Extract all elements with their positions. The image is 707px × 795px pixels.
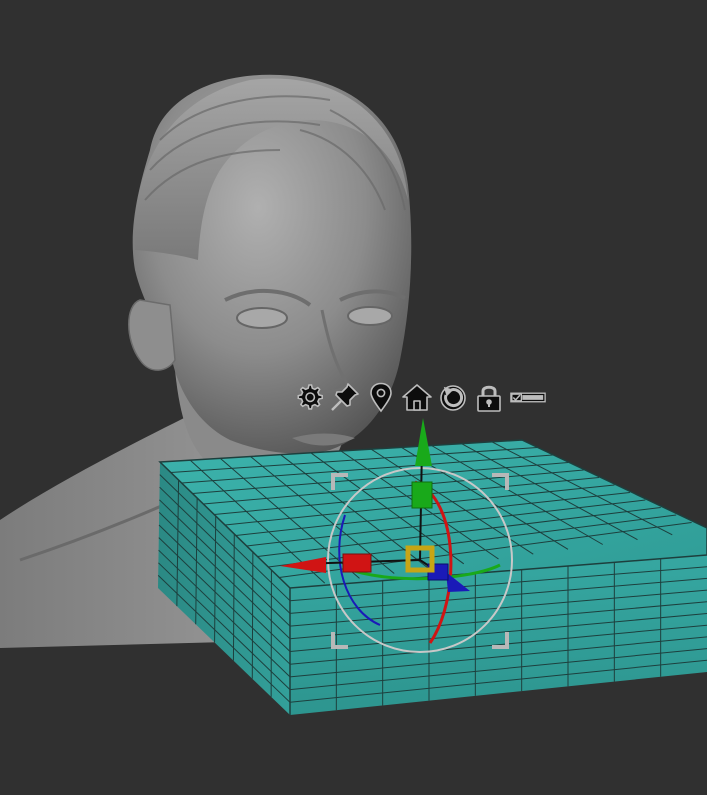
bust-eye-left (236, 307, 288, 329)
gizmo-pin-button[interactable] (328, 379, 362, 415)
wire-edge (251, 551, 254, 679)
bust-eye-right (347, 306, 393, 326)
reset-icon (440, 385, 466, 411)
gizmo-reset-button[interactable] (436, 379, 470, 415)
gizmo-x-handle[interactable] (342, 553, 372, 573)
home-icon (402, 384, 432, 411)
gear-icon (297, 384, 323, 410)
gizmo-y-handle[interactable] (411, 481, 433, 509)
gizmo-home-button[interactable] (400, 379, 434, 415)
pin-icon (331, 383, 359, 411)
bust-ear[interactable] (128, 299, 176, 371)
toggle-icon (510, 392, 546, 403)
gizmo-lock-button[interactable] (472, 379, 506, 415)
gizmo-location-button[interactable] (364, 379, 398, 415)
lock-icon (477, 385, 501, 412)
gizmo-toggle-button[interactable] (508, 379, 548, 415)
gizmo-toolbar (292, 378, 548, 416)
location-icon (370, 382, 392, 413)
gizmo-settings-button[interactable] (292, 379, 326, 415)
gizmo-y-arrow[interactable] (415, 418, 432, 466)
